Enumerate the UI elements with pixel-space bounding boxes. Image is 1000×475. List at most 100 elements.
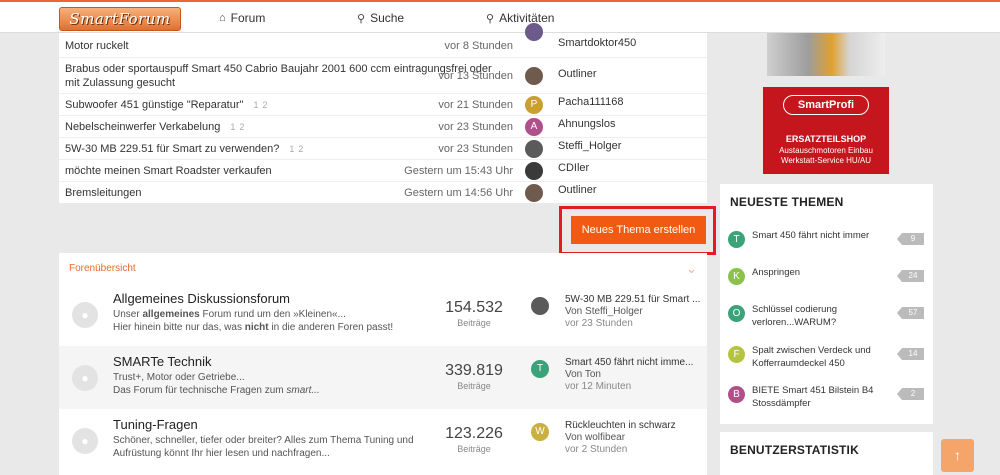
forum-description: Schöner, schneller, tiefer oder breiter?… xyxy=(113,435,414,446)
nav-activities[interactable]: ⚲ Aktivitäten xyxy=(486,11,554,25)
user-avatar[interactable] xyxy=(531,297,549,315)
advert-brand: SmartProfi xyxy=(783,95,869,115)
newest-topic-item[interactable]: T Smart 450 fährt nicht immer 9 xyxy=(728,229,928,253)
last-post-title[interactable]: Smart 450 fährt nicht imme... xyxy=(565,357,693,368)
user-avatar[interactable]: T xyxy=(728,231,745,248)
newest-topic-item[interactable]: O Schlüssel codierung verloren...WARUM? … xyxy=(728,303,928,333)
user-avatar[interactable]: A xyxy=(525,118,543,136)
user-avatar[interactable] xyxy=(525,140,543,158)
thread-title[interactable]: möchte meinen Smart Roadster verkaufen xyxy=(65,164,272,178)
forum-name[interactable]: Allgemeines Diskussionsforum xyxy=(113,291,290,306)
thread-user[interactable]: Outliner xyxy=(558,68,597,80)
thread-title-line2[interactable]: mit Zulassung gesucht xyxy=(65,76,175,90)
page-link[interactable]: 2 xyxy=(262,100,267,110)
top-navigation-bar: SmartForum ⌂ Forum ⚲ Suche ⚲ Aktivitäten xyxy=(0,0,1000,33)
advert-shop: ERSATZTEILSHOP xyxy=(785,134,867,144)
forum-row[interactable]: ● Allgemeines Diskussionsforum Unser all… xyxy=(59,283,707,346)
thread-user[interactable]: Pacha111168 xyxy=(558,96,623,108)
thread-row[interactable]: Brabus oder sportauspuff Smart 450 Cabri… xyxy=(59,57,707,93)
last-post-title[interactable]: 5W-30 MB 229.51 für Smart ... xyxy=(565,294,700,305)
last-post-time: vor 12 Minuten xyxy=(565,381,632,392)
user-avatar[interactable]: T xyxy=(531,360,549,378)
last-post-author[interactable]: Von Ton xyxy=(565,369,601,380)
thread-time: vor 13 Stunden xyxy=(438,70,513,82)
page-link[interactable]: 2 xyxy=(298,144,303,154)
forum-row[interactable]: ● Tuning-Fragen Schöner, schneller, tief… xyxy=(59,409,707,472)
last-post-author[interactable]: Von Steffi_Holger xyxy=(565,306,643,317)
topic-title[interactable]: Schlüssel codierung verloren...WARUM? xyxy=(752,303,892,329)
reply-count-badge: 9 xyxy=(897,233,924,245)
user-avatar[interactable] xyxy=(525,162,543,180)
user-avatar[interactable] xyxy=(525,184,543,202)
site-logo[interactable]: SmartForum xyxy=(59,7,181,31)
chat-bubble-icon: ● xyxy=(72,428,98,454)
user-avatar[interactable] xyxy=(525,67,543,85)
topic-title[interactable]: BIETE Smart 451 Bilstein B4 Stossdämpfer xyxy=(752,384,892,410)
post-count: 154.532 xyxy=(445,299,503,316)
newest-topic-item[interactable]: B BIETE Smart 451 Bilstein B4 Stossdämpf… xyxy=(728,384,928,414)
thread-title[interactable]: Motor ruckelt xyxy=(65,39,129,53)
user-avatar[interactable] xyxy=(525,23,543,41)
nav-search[interactable]: ⚲ Suche xyxy=(357,11,404,25)
desc-text: in die anderen Foren passt! xyxy=(268,322,394,333)
forum-overview: Forenübersicht ⌄ ● Allgemeines Diskussio… xyxy=(59,253,707,475)
newest-topic-item[interactable]: K Anspringen 24 xyxy=(728,266,928,290)
parts-advert-image[interactable] xyxy=(767,33,885,76)
user-avatar[interactable]: F xyxy=(728,346,745,363)
chevron-down-icon[interactable]: ⌄ xyxy=(686,261,697,277)
forum-row[interactable]: ● SMARTe Technik Trust+, Motor oder Getr… xyxy=(59,346,707,409)
thread-title[interactable]: Subwoofer 451 günstige "Reparatur" 1 2 xyxy=(65,98,267,112)
topic-title[interactable]: Anspringen xyxy=(752,266,892,279)
reply-count-badge: 24 xyxy=(897,270,924,282)
thread-row[interactable]: Motor ruckelt vor 8 Stunden Smartdoktor4… xyxy=(59,23,707,57)
reply-count-badge: 2 xyxy=(897,388,924,400)
forum-description: Hier hinein bitte nur das, was nicht in … xyxy=(113,322,393,333)
thread-row[interactable]: 5W-30 MB 229.51 für Smart zu verwenden? 1… xyxy=(59,137,707,159)
nav-forum[interactable]: ⌂ Forum xyxy=(219,11,265,25)
thread-time: vor 23 Stunden xyxy=(438,121,513,133)
bulb-icon: ⚲ xyxy=(486,12,495,25)
thread-title-text: 5W-30 MB 229.51 für Smart zu verwenden? xyxy=(65,143,280,155)
user-avatar[interactable]: W xyxy=(531,423,549,441)
thread-row[interactable]: Subwoofer 451 günstige "Reparatur" 1 2 vor… xyxy=(59,93,707,115)
thread-title[interactable]: Brabus oder sportauspuff Smart 450 Cabri… xyxy=(65,62,492,76)
user-avatar[interactable]: P xyxy=(525,96,543,114)
thread-title[interactable]: Nebelscheinwerfer Verkabelung 1 2 xyxy=(65,120,244,134)
thread-row[interactable]: möchte meinen Smart Roadster verkaufen G… xyxy=(59,159,707,181)
thread-row[interactable]: Nebelscheinwerfer Verkabelung 1 2 vor 23 S… xyxy=(59,115,707,137)
forum-name[interactable]: SMARTe Technik xyxy=(113,354,212,369)
advert-line: Werkstatt-Service HU/AU xyxy=(780,156,872,165)
desc-text: Hier hinein bitte nur das, was xyxy=(113,322,245,333)
user-avatar[interactable]: K xyxy=(728,268,745,285)
thread-user[interactable]: CDIler xyxy=(558,162,589,174)
topic-title[interactable]: Smart 450 fährt nicht immer xyxy=(752,229,892,242)
thread-user[interactable]: Steffi_Holger xyxy=(558,140,621,152)
page-link[interactable]: 1 xyxy=(289,144,294,154)
last-post-author[interactable]: Von wolfibear xyxy=(565,432,625,443)
thread-time: Gestern um 14:56 Uhr xyxy=(404,187,513,199)
last-post-title[interactable]: Rückleuchten in schwarz xyxy=(565,420,676,431)
newest-topics-box: NEUESTE THEMEN T Smart 450 fährt nicht i… xyxy=(720,184,933,424)
thread-time: vor 23 Stunden xyxy=(438,143,513,155)
desc-italic: smart... xyxy=(286,385,320,396)
forum-name[interactable]: Tuning-Fragen xyxy=(113,417,198,432)
new-thread-button[interactable]: Neues Thema erstellen xyxy=(571,216,706,244)
thread-pages: 12 xyxy=(285,144,303,154)
scroll-top-button[interactable]: ↑ xyxy=(941,439,974,472)
thread-user[interactable]: Ahnungslos xyxy=(558,118,616,130)
topic-title[interactable]: Spalt zwischen Verdeck und Kofferraumdec… xyxy=(752,344,892,370)
thread-row[interactable]: Bremsleitungen Gestern um 14:56 Uhr Outl… xyxy=(59,181,707,203)
thread-user[interactable]: Outliner xyxy=(558,184,597,196)
thread-user[interactable]: Smartdoktor450 xyxy=(558,37,636,49)
thread-title[interactable]: 5W-30 MB 229.51 für Smart zu verwenden? 1… xyxy=(65,142,303,156)
user-avatar[interactable]: B xyxy=(728,386,745,403)
thread-title[interactable]: Bremsleitungen xyxy=(65,186,141,200)
smartprofi-advert[interactable]: SmartProfi ERSATZTEILSHOP Austauschmotor… xyxy=(763,87,889,174)
newest-topic-item[interactable]: F Spalt zwischen Verdeck und Kofferraumd… xyxy=(728,344,928,374)
forum-overview-heading[interactable]: Forenübersicht xyxy=(69,263,136,274)
page-link[interactable]: 1 xyxy=(253,100,258,110)
page-link[interactable]: 2 xyxy=(239,122,244,132)
page-link[interactable]: 1 xyxy=(230,122,235,132)
arrow-up-icon: ↑ xyxy=(954,447,961,463)
user-avatar[interactable]: O xyxy=(728,305,745,322)
